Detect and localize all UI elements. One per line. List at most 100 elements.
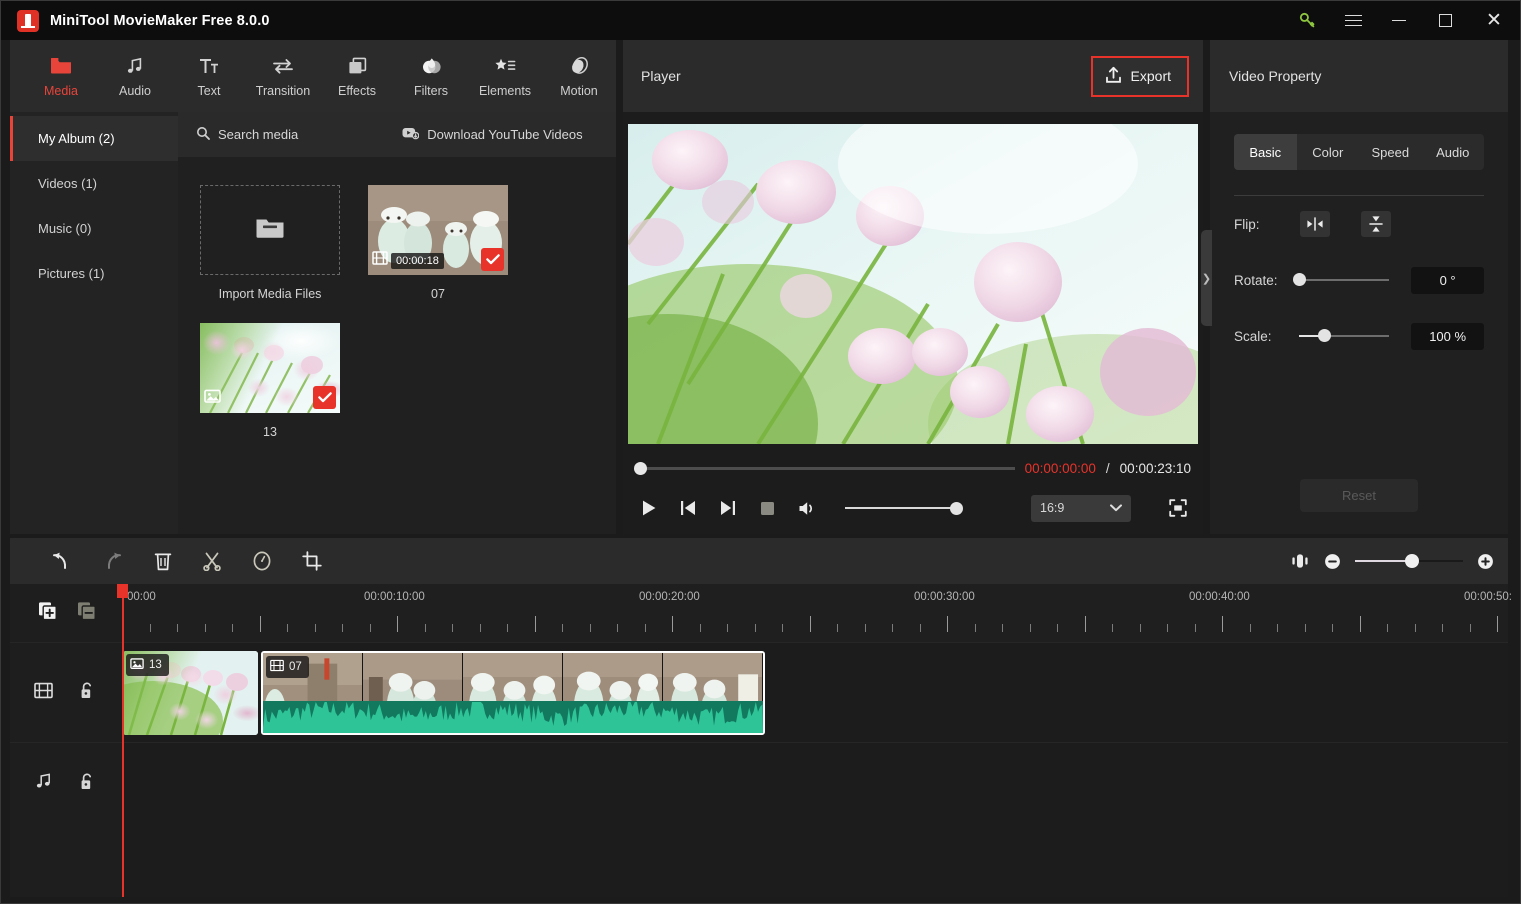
hamburger-menu-icon[interactable] <box>1330 1 1376 40</box>
speaker-icon[interactable] <box>798 500 817 517</box>
image-icon <box>204 388 221 409</box>
volume-slider[interactable] <box>845 501 963 515</box>
timeline-ruler[interactable]: 00:00 00:00:10:00 00:00:20:00 00:00:30:0… <box>122 584 1512 642</box>
zoom-in-icon[interactable] <box>1477 553 1494 570</box>
unlock-icon[interactable] <box>79 772 95 796</box>
undo-arrow-icon[interactable] <box>50 551 72 571</box>
media-selected-checkbox[interactable] <box>481 248 504 271</box>
seek-slider[interactable] <box>634 461 1015 475</box>
timeline-clip-13[interactable]: 13 <box>123 651 258 735</box>
flip-vertical-icon[interactable] <box>1361 211 1391 237</box>
media-body: My Album (2) Videos (1) Music (0) Pictur… <box>10 112 616 534</box>
media-thumbnail[interactable] <box>200 323 340 413</box>
scissors-icon[interactable] <box>202 551 222 571</box>
reset-button[interactable]: Reset <box>1300 479 1418 512</box>
maximize-icon[interactable] <box>1422 1 1468 40</box>
timeline-zoom-handle[interactable] <box>1404 553 1419 568</box>
ribbon-tab-transition[interactable]: Transition <box>246 43 320 109</box>
album-sidebar: My Album (2) Videos (1) Music (0) Pictur… <box>10 112 178 534</box>
volume-handle[interactable] <box>950 501 963 515</box>
chevron-right-icon[interactable]: ❯ <box>1201 230 1212 326</box>
album-item-music[interactable]: Music (0) <box>10 206 178 251</box>
export-button[interactable]: Export <box>1090 55 1189 97</box>
preview-stage[interactable] <box>628 124 1198 444</box>
property-body: Basic Color Speed Audio Flip: Rotate: 0 … <box>1210 112 1508 479</box>
ribbon-tab-media[interactable]: Media <box>24 43 98 109</box>
remove-track-icon[interactable] <box>77 601 99 626</box>
ribbon-label: Elements <box>478 83 532 98</box>
fit-to-timeline-icon[interactable] <box>1290 552 1310 570</box>
ribbon-label: Filters <box>413 83 449 98</box>
seek-handle[interactable] <box>634 461 647 475</box>
next-frame-icon[interactable] <box>719 499 737 517</box>
fullscreen-icon[interactable] <box>1169 499 1187 517</box>
tab-label: Audio <box>1436 144 1470 160</box>
ribbon-tab-elements[interactable]: Elements <box>468 43 542 109</box>
scale-handle[interactable] <box>1317 329 1331 343</box>
folder-icon <box>255 215 285 245</box>
album-item-videos[interactable]: Videos (1) <box>10 161 178 206</box>
album-item-pictures[interactable]: Pictures (1) <box>10 251 178 296</box>
elements-star-list-icon <box>494 55 516 77</box>
minimize-icon[interactable] <box>1376 1 1422 40</box>
playhead[interactable] <box>118 584 127 897</box>
close-icon[interactable]: ✕ <box>1468 1 1520 40</box>
ribbon-tab-text[interactable]: Text <box>172 43 246 109</box>
search-media-button[interactable]: Search media <box>196 126 298 143</box>
seek-row: 00:00:00:00 / 00:00:23:10 <box>634 450 1191 486</box>
tab-audio[interactable]: Audio <box>1422 134 1485 170</box>
property-panel: ❯ Video Property Basic Color Speed Audio <box>1201 40 1508 534</box>
import-media-cell[interactable]: Import Media Files <box>200 185 340 301</box>
media-selected-checkbox[interactable] <box>313 386 336 409</box>
timeline-zoom-slider[interactable] <box>1355 553 1463 568</box>
timeline-clip-07[interactable]: 07 <box>261 651 765 735</box>
audio-lane[interactable] <box>122 742 1508 824</box>
media-item-13[interactable]: 13 <box>200 323 340 439</box>
ribbon-tab-effects[interactable]: Effects <box>320 43 394 109</box>
snapshot-icon[interactable] <box>759 500 776 517</box>
ribbon-label: Motion <box>560 83 598 98</box>
timeline-tracks-area[interactable]: 00:00 00:00:10:00 00:00:20:00 00:00:30:0… <box>118 584 1512 897</box>
media-item-07[interactable]: 00:00:18 07 <box>368 185 508 301</box>
timeline-zoom-controls <box>1290 552 1494 570</box>
media-thumbnail[interactable]: 00:00:18 <box>368 185 508 275</box>
import-media-dropzone[interactable] <box>200 185 340 275</box>
flip-horizontal-icon[interactable] <box>1300 211 1330 237</box>
ribbon-tab-audio[interactable]: Audio <box>98 43 172 109</box>
ruler-label: 00:00:20:00 <box>639 591 700 603</box>
import-media-label: Import Media Files <box>218 287 322 301</box>
key-icon[interactable] <box>1284 1 1330 40</box>
tab-speed[interactable]: Speed <box>1359 134 1422 170</box>
clip-audio-waveform <box>263 701 763 733</box>
scale-value[interactable]: 100 % <box>1411 322 1484 350</box>
play-icon[interactable] <box>641 499 657 517</box>
player-header: Player Export <box>623 40 1203 112</box>
rotate-value[interactable]: 0 ° <box>1411 266 1484 294</box>
add-track-icon[interactable] <box>38 601 60 626</box>
motion-ellipse-icon <box>569 55 590 77</box>
album-item-my-album[interactable]: My Album (2) <box>10 116 178 161</box>
tab-basic[interactable]: Basic <box>1234 134 1297 170</box>
speedometer-icon[interactable] <box>252 551 272 571</box>
media-grid: Import Media Files 00:00:18 07 13 <box>178 157 616 534</box>
ribbon-tab-motion[interactable]: Motion <box>542 43 616 109</box>
redo-arrow-icon[interactable] <box>102 551 124 571</box>
chevron-down-icon <box>1110 501 1122 515</box>
rotate-handle[interactable] <box>1292 273 1306 287</box>
ribbon-tab-filters[interactable]: Filters <box>394 43 468 109</box>
previous-frame-icon[interactable] <box>679 499 697 517</box>
unlock-icon[interactable] <box>79 681 95 705</box>
minitool-moviemaker-window: MiniTool MovieMaker Free 8.0.0 ✕ Media A… <box>0 0 1521 904</box>
tab-color[interactable]: Color <box>1297 134 1360 170</box>
feature-ribbon: Media Audio Text Transition Effects Filt… <box>10 40 616 112</box>
album-label: Pictures (1) <box>38 266 105 281</box>
current-time: 00:00:00:00 <box>1024 460 1096 476</box>
trash-icon[interactable] <box>154 551 172 571</box>
rotate-slider[interactable] <box>1292 273 1390 287</box>
scale-slider[interactable] <box>1298 329 1390 343</box>
crop-icon[interactable] <box>302 551 322 571</box>
video-lane[interactable]: 13 07 <box>122 642 1508 742</box>
download-youtube-button[interactable]: Download YouTube Videos <box>402 126 583 143</box>
aspect-ratio-dropdown[interactable]: 16:9 <box>1031 494 1131 522</box>
zoom-out-icon[interactable] <box>1324 553 1341 570</box>
